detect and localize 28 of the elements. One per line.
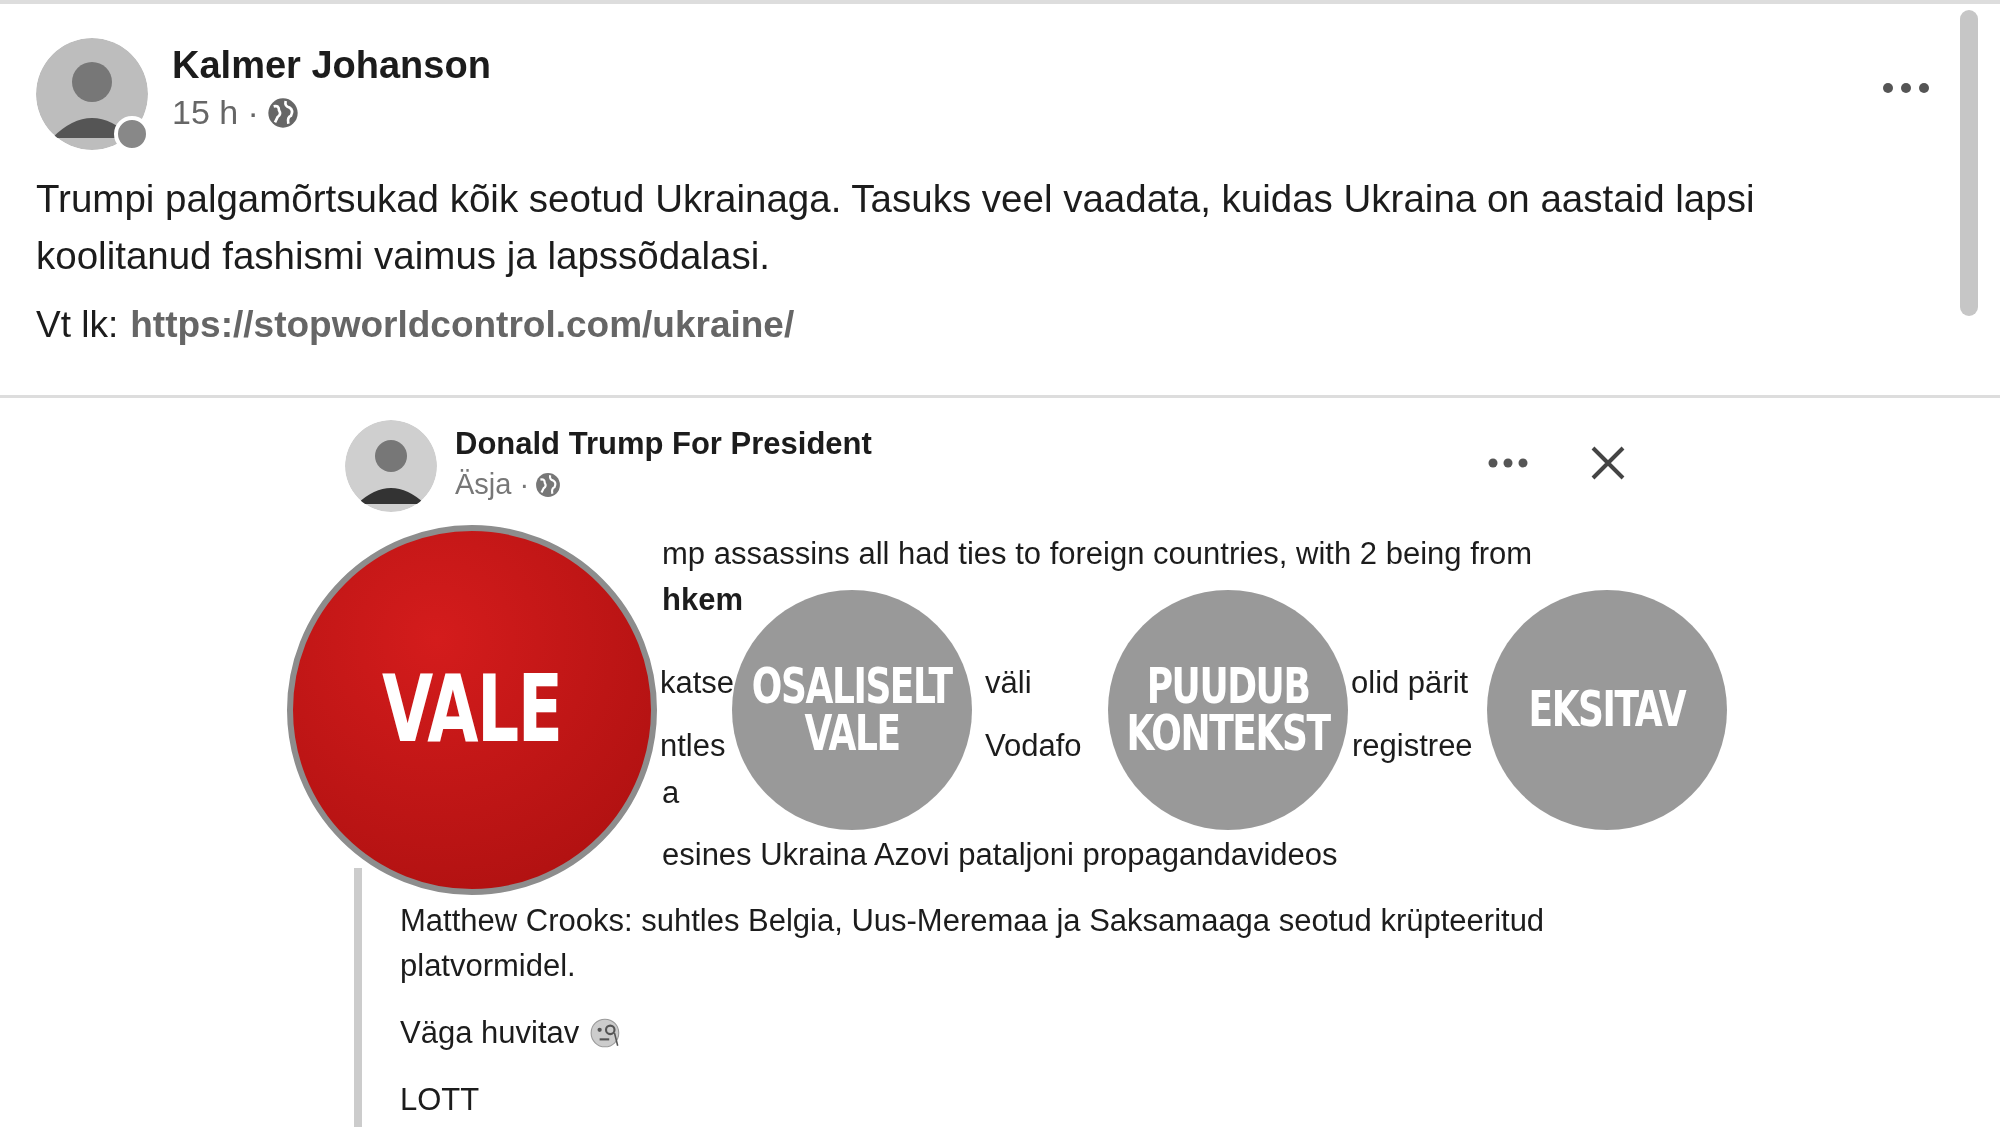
post-time[interactable]: 15 h · [172,93,259,132]
post-text-fragment: väli [985,665,1032,701]
rating-stamp[interactable]: VALE [287,525,657,895]
link-label: Vt lk: [36,304,119,346]
avatar-silhouette[interactable] [36,38,148,150]
post-text: Trumpi palgamõrtsukad kõik seotud Ukrainaga. Tasuks veel vaadata, kuidas Ukraina on aastaid lapsi koolitanud fashismi vaimus ja lapssõdalasi. [36,176,1756,279]
post-text: LOTT [400,1081,481,1119]
post-text: Väga huvitav [400,1014,580,1052]
author-name[interactable]: Donald Trump For President [455,426,872,462]
post-text-fragment: katse [660,665,735,701]
avatar-silhouette[interactable] [345,420,437,512]
post-text-fragment: olid pärit [1351,665,1469,701]
more-options-icon[interactable] [1488,458,1528,468]
post-text-fragment: Vodafo [985,728,1082,764]
author-name[interactable]: Kalmer Johanson [172,44,491,87]
post-text-fragment: mp assassins all had ties to foreign countries, with 2 being from [662,536,1533,572]
globe-icon [266,96,299,129]
close-icon[interactable] [1590,445,1626,481]
post-text: Matthew Crooks: suhtles Belgia, Uus-Meremaa ja Saksamaaga seotud krüpteeritud platvormidel. [400,902,1546,985]
post-text-fragment: esines Ukraina Azovi pataljoni propagandavideos [662,837,1338,873]
more-options-icon[interactable] [1882,82,1930,94]
post-link[interactable]: https://stopworldcontrol.com/ukraine/ [130,304,795,346]
post-text-fragment: registree [1352,728,1473,764]
post-text-fragment: ntles [660,728,726,764]
globe-icon [535,471,562,498]
post-text-fragment: a [662,775,680,811]
scrollbar[interactable] [1960,10,1978,316]
post-time[interactable]: Äsja · [455,468,530,501]
